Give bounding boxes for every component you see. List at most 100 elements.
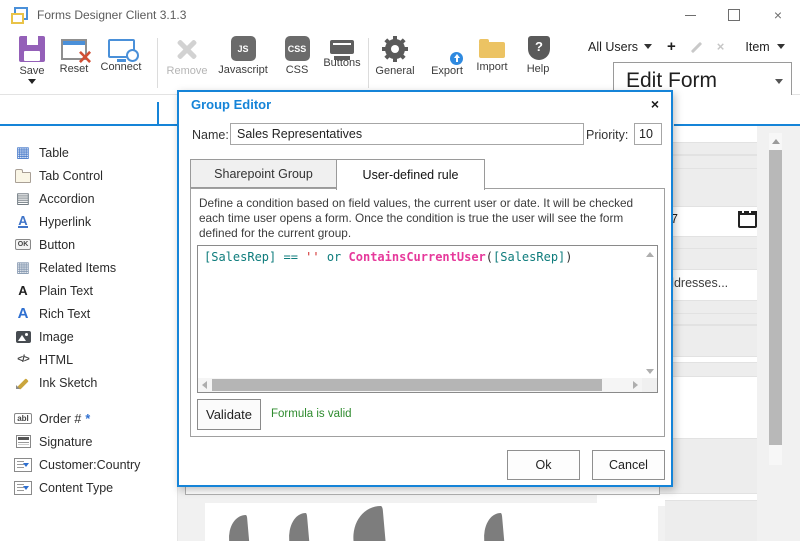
window-controls: × bbox=[668, 0, 800, 30]
sidebar-item-signature[interactable]: Signature bbox=[0, 430, 177, 453]
validation-message: Formula is valid bbox=[271, 408, 352, 420]
add-group-button[interactable]: + bbox=[667, 38, 676, 55]
remove-x-icon bbox=[174, 36, 200, 62]
users-dropdown[interactable]: All Users bbox=[588, 40, 638, 54]
css-button[interactable]: CSS CSS bbox=[275, 36, 319, 76]
help-button[interactable]: Help bbox=[518, 36, 558, 75]
addresses-link[interactable]: ddresses... bbox=[667, 276, 728, 290]
sidebar-item-button[interactable]: OKButton bbox=[0, 233, 177, 256]
import-button[interactable]: Import bbox=[469, 36, 515, 73]
chevron-down-icon[interactable] bbox=[644, 44, 652, 49]
html-icon: </> bbox=[13, 354, 33, 365]
dialog-close-icon[interactable]: × bbox=[651, 96, 659, 112]
sidebar-item-rich-text[interactable]: ARich Text bbox=[0, 302, 177, 325]
cancel-button[interactable]: Cancel bbox=[592, 450, 665, 480]
ink-sketch-preview bbox=[205, 503, 658, 541]
panel-divider-line bbox=[0, 124, 177, 126]
folder-icon bbox=[13, 169, 33, 183]
chevron-down-icon[interactable] bbox=[777, 44, 785, 49]
css-badge-icon: CSS bbox=[285, 36, 310, 61]
scroll-right-icon[interactable] bbox=[633, 381, 638, 389]
panel-divider-line bbox=[674, 124, 800, 126]
group-editor-dialog: Group Editor × Name: Priority: Sharepoin… bbox=[177, 90, 673, 487]
calendar-icon[interactable] bbox=[738, 211, 757, 228]
sidebar-item-order-field[interactable]: ablOrder #* bbox=[0, 407, 177, 430]
connect-monitor-icon bbox=[108, 39, 135, 58]
delete-group-button: × bbox=[717, 39, 725, 54]
sidebar-item-related-items[interactable]: ▦Related Items bbox=[0, 256, 177, 279]
buttons-panel-icon bbox=[330, 40, 354, 54]
help-shield-icon bbox=[528, 36, 550, 60]
reset-button[interactable]: Reset bbox=[53, 36, 95, 75]
lookup-icon bbox=[13, 481, 33, 495]
item-dropdown[interactable]: Item bbox=[745, 40, 769, 54]
formula-editor[interactable]: [SalesRep] == '' or ContainsCurrentUser(… bbox=[197, 245, 658, 393]
sidebar-item-hyperlink[interactable]: AHyperlink bbox=[0, 210, 177, 233]
toolbox-list: ▦Table Tab Control ▤Accordion AHyperlink… bbox=[0, 95, 177, 499]
accordion-icon: ▤ bbox=[13, 191, 33, 206]
formula-text: [SalesRep] == '' or ContainsCurrentUser(… bbox=[204, 250, 573, 264]
save-floppy-icon bbox=[19, 36, 45, 62]
app-logo-icon bbox=[11, 7, 28, 23]
sidebar-item-tab-control[interactable]: Tab Control bbox=[0, 164, 177, 187]
app-window: Forms Designer Client 3.1.3 × Save Reset… bbox=[0, 0, 800, 541]
sidebar-item-accordion[interactable]: ▤Accordion bbox=[0, 187, 177, 210]
scrollbar-thumb[interactable] bbox=[769, 150, 782, 445]
required-star: * bbox=[85, 412, 90, 426]
scroll-up-icon[interactable] bbox=[772, 139, 780, 144]
buttons-button[interactable]: Buttons bbox=[316, 36, 368, 69]
title-bar: Forms Designer Client 3.1.3 × bbox=[0, 0, 800, 30]
import-folder-icon bbox=[479, 42, 505, 58]
window-title: Forms Designer Client 3.1.3 bbox=[37, 8, 186, 22]
close-window-button[interactable]: × bbox=[756, 0, 800, 30]
scroll-up-icon[interactable] bbox=[646, 252, 654, 257]
export-button[interactable]: Export bbox=[425, 36, 469, 77]
formula-horizontal-scrollbar[interactable] bbox=[198, 378, 642, 392]
gear-icon bbox=[382, 36, 408, 62]
chevron-down-icon bbox=[28, 79, 36, 84]
save-button[interactable]: Save bbox=[10, 36, 54, 84]
edit-group-pencil-icon bbox=[689, 40, 704, 54]
javascript-button[interactable]: JS Javascript bbox=[213, 36, 273, 76]
vertical-scrollbar[interactable] bbox=[769, 133, 782, 465]
scroll-down-icon[interactable] bbox=[646, 369, 654, 374]
maximize-button[interactable] bbox=[712, 0, 756, 30]
remove-button: Remove bbox=[162, 36, 212, 77]
scrollbar-thumb[interactable] bbox=[212, 379, 602, 391]
rule-panel: Define a condition based on field values… bbox=[190, 188, 665, 437]
dialog-title: Group Editor bbox=[191, 97, 271, 112]
chevron-down-icon bbox=[775, 79, 783, 84]
toolbar-separator bbox=[368, 38, 369, 88]
ok-button[interactable]: Ok bbox=[507, 450, 580, 480]
rule-description: Define a condition based on field values… bbox=[191, 189, 664, 241]
sidebar-item-html[interactable]: </>HTML bbox=[0, 348, 177, 371]
sidebar-item-table[interactable]: ▦Table bbox=[0, 141, 177, 164]
related-items-icon: ▦ bbox=[13, 260, 33, 275]
validate-button[interactable]: Validate bbox=[197, 399, 261, 430]
priority-input[interactable] bbox=[634, 123, 662, 145]
document-icon bbox=[13, 435, 33, 448]
lookup-icon bbox=[13, 458, 33, 472]
name-label: Name: bbox=[192, 128, 229, 142]
js-badge-icon: JS bbox=[231, 36, 256, 61]
sidebar-item-plain-text[interactable]: APlain Text bbox=[0, 279, 177, 302]
table-icon: ▦ bbox=[13, 145, 33, 160]
group-toolbar: All Users + × Item bbox=[588, 38, 785, 55]
connect-button[interactable]: Connect bbox=[95, 36, 147, 73]
tab-sharepoint-group[interactable]: Sharepoint Group bbox=[190, 159, 337, 188]
name-input[interactable] bbox=[230, 123, 584, 145]
tab-user-defined-rule[interactable]: User-defined rule bbox=[336, 159, 485, 190]
general-button[interactable]: General bbox=[371, 36, 419, 77]
sidebar-item-image[interactable]: Image bbox=[0, 325, 177, 348]
sidebar-item-content-type[interactable]: Content Type bbox=[0, 476, 177, 499]
rich-text-icon: A bbox=[13, 305, 33, 322]
textbox-icon: abl bbox=[13, 413, 33, 424]
sidebar-item-customer-country[interactable]: Customer:Country bbox=[0, 453, 177, 476]
main-toolbar: Save Reset Connect Remove JS Javascript … bbox=[0, 30, 800, 95]
toolbox-sidebar: ▦Table Tab Control ▤Accordion AHyperlink… bbox=[0, 95, 178, 541]
sidebar-item-ink-sketch[interactable]: Ink Sketch bbox=[0, 371, 177, 394]
formula-vertical-scrollbar[interactable] bbox=[642, 246, 657, 378]
panel-divider-notch bbox=[157, 102, 159, 126]
minimize-button[interactable] bbox=[668, 0, 712, 30]
scroll-left-icon[interactable] bbox=[202, 381, 207, 389]
